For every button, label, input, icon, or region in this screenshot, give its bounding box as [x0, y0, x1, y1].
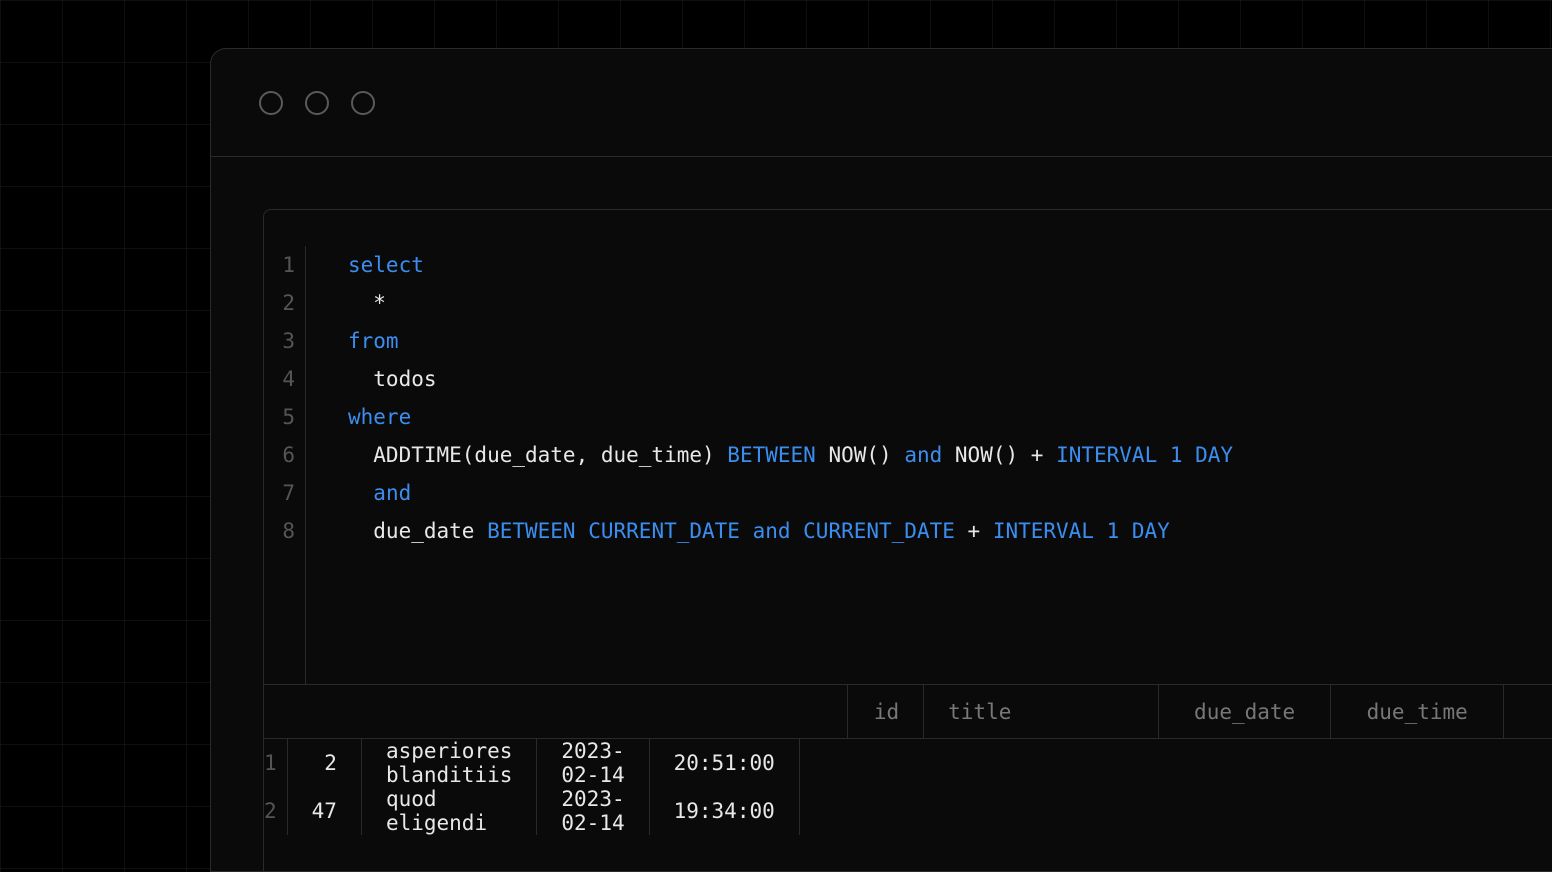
cell-empty: [800, 787, 848, 835]
code-line[interactable]: select: [348, 246, 1552, 284]
editor-panel: 12345678 select *from todoswhere ADDTIME…: [263, 209, 1552, 871]
code-line[interactable]: todos: [348, 360, 1552, 398]
code-line[interactable]: *: [348, 284, 1552, 322]
code-line[interactable]: due_date BETWEEN CURRENT_DATE and CURREN…: [348, 512, 1552, 550]
close-icon[interactable]: [259, 91, 283, 115]
maximize-icon[interactable]: [351, 91, 375, 115]
column-header-due-date[interactable]: due_date: [1159, 685, 1332, 739]
cell-empty: [800, 739, 848, 787]
line-number: 4: [264, 360, 295, 398]
query-results: id title due_date due_time 12asperiores …: [264, 684, 1552, 835]
cell-due-date[interactable]: 2023-02-14: [537, 787, 649, 835]
table-header-row: id title due_date due_time: [264, 685, 1552, 739]
row-number-gutter-header: [264, 685, 848, 739]
line-number: 5: [264, 398, 295, 436]
code-content[interactable]: select *from todoswhere ADDTIME(due_date…: [306, 246, 1552, 684]
cell-title[interactable]: quod eligendi: [362, 787, 537, 835]
line-number: 7: [264, 474, 295, 512]
column-header-due-time[interactable]: due_time: [1331, 685, 1504, 739]
line-number-gutter: 12345678: [264, 246, 306, 684]
cell-id[interactable]: 47: [288, 787, 362, 835]
column-header-title[interactable]: title: [924, 685, 1159, 739]
row-number: 2: [264, 787, 288, 835]
column-header-id[interactable]: id: [848, 685, 924, 739]
line-number: 8: [264, 512, 295, 550]
results-table: id title due_date due_time 12asperiores …: [264, 685, 1552, 835]
table-row[interactable]: 12asperiores blanditiis2023-02-1420:51:0…: [264, 739, 848, 787]
table-row[interactable]: 247quod eligendi2023-02-1419:34:00: [264, 787, 848, 835]
line-number: 6: [264, 436, 295, 474]
column-header-empty: [1504, 685, 1552, 739]
code-line[interactable]: where: [348, 398, 1552, 436]
line-number: 1: [264, 246, 295, 284]
window-titlebar: [211, 49, 1552, 157]
code-line[interactable]: and: [348, 474, 1552, 512]
cell-id[interactable]: 2: [288, 739, 362, 787]
code-editor[interactable]: 12345678 select *from todoswhere ADDTIME…: [264, 210, 1552, 684]
row-number: 1: [264, 739, 288, 787]
line-number: 3: [264, 322, 295, 360]
cell-due-time[interactable]: 19:34:00: [650, 787, 800, 835]
cell-title[interactable]: asperiores blanditiis: [362, 739, 537, 787]
line-number: 2: [264, 284, 295, 322]
cell-due-time[interactable]: 20:51:00: [650, 739, 800, 787]
minimize-icon[interactable]: [305, 91, 329, 115]
cell-due-date[interactable]: 2023-02-14: [537, 739, 649, 787]
app-window: 12345678 select *from todoswhere ADDTIME…: [210, 48, 1552, 872]
code-line[interactable]: ADDTIME(due_date, due_time) BETWEEN NOW(…: [348, 436, 1552, 474]
code-line[interactable]: from: [348, 322, 1552, 360]
